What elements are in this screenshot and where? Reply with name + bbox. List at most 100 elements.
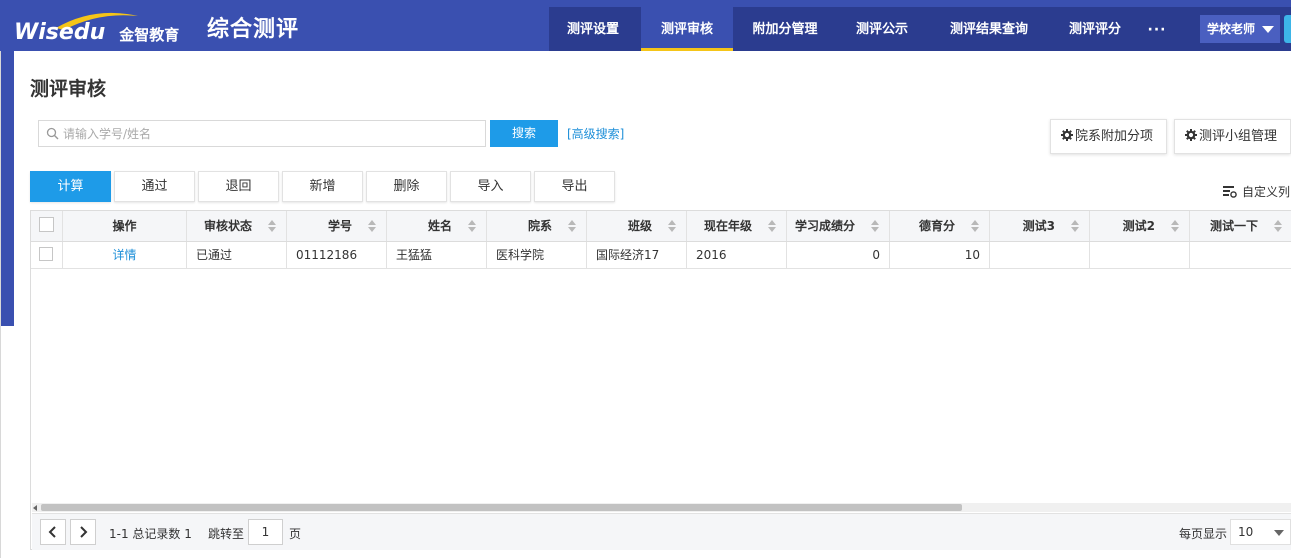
horizontal-scrollbar[interactable]	[32, 503, 1291, 512]
logo-cn-text: 金智教育	[119, 26, 180, 44]
column-header-label: 德育分	[918, 219, 955, 233]
app-root: Wisedu 金智教育 综合测评 测评设置 测评审核 附加分管理 测评公示 测评…	[0, 0, 1291, 558]
cell-class: 国际经济17	[587, 242, 687, 268]
column-header-label: 现在年级	[703, 219, 752, 233]
app-title: 综合测评	[207, 17, 300, 42]
per-page-label: 每页显示	[1179, 527, 1228, 541]
column-header-status[interactable]: 审核状态	[187, 211, 287, 241]
row-checkbox[interactable]	[39, 247, 53, 261]
column-header-label: 学习成绩分	[794, 219, 855, 233]
scrollbar-thumb[interactable]	[41, 504, 962, 511]
group-manage-button[interactable]: 测评小组管理	[1174, 119, 1291, 154]
page-unit-label: 页	[289, 527, 302, 541]
cell-student-id: 01112186	[287, 242, 387, 268]
sort-icon[interactable]	[468, 220, 477, 233]
cell-test3	[990, 242, 1090, 268]
chevron-right-icon	[80, 526, 88, 538]
group-manage-label: 测评小组管理	[1199, 129, 1278, 144]
nav-more-icon[interactable]: ···	[1145, 7, 1169, 51]
cell-test2	[1090, 242, 1190, 268]
sort-icon[interactable]	[1171, 220, 1180, 233]
column-header-dept[interactable]: 院系	[487, 211, 587, 241]
cell-study-score: 0	[787, 242, 890, 268]
cell-name: 王猛猛	[387, 242, 487, 268]
custom-columns-button[interactable]: 自定义列	[1223, 183, 1290, 200]
column-header-test-yixia[interactable]: 测试一下	[1190, 211, 1291, 241]
nav-item-result-query[interactable]: 测评结果查询	[931, 7, 1047, 51]
import-button[interactable]: 导入	[450, 171, 531, 202]
page-border	[0, 0, 1, 558]
column-header-class[interactable]: 班级	[587, 211, 687, 241]
main-nav: 测评设置 测评审核 附加分管理 测评公示 测评结果查询 测评评分 ··· 学校老…	[549, 7, 1291, 51]
record-summary: 1-1 总记录数 1	[109, 527, 192, 541]
top-header: Wisedu 金智教育 综合测评 测评设置 测评审核 附加分管理 测评公示 测评…	[0, 0, 1291, 51]
per-page-value: 10	[1238, 525, 1254, 539]
delete-button[interactable]: 删除	[366, 171, 447, 202]
jump-to-label: 跳转至	[208, 527, 245, 541]
export-button[interactable]: 导出	[534, 171, 615, 202]
sort-icon[interactable]	[971, 220, 980, 233]
select-all-cell	[31, 211, 63, 241]
brand-logo[interactable]: Wisedu 金智教育	[14, 8, 179, 48]
row-select-cell	[31, 242, 63, 268]
column-header-label: 操作	[112, 219, 137, 233]
sort-icon[interactable]	[568, 220, 577, 233]
grid-header: 操作 审核状态 学号 姓名 院系 班级 现在年级 学习成绩分 德育分 测试3 测…	[31, 211, 1291, 242]
sort-icon[interactable]	[368, 220, 377, 233]
column-header-label: 测试一下	[1209, 219, 1258, 233]
column-header-action: 操作	[63, 211, 187, 241]
column-header-label: 测试3	[1022, 219, 1055, 233]
add-button[interactable]: 新增	[282, 171, 363, 202]
column-header-student-id[interactable]: 学号	[287, 211, 387, 241]
column-header-test3[interactable]: 测试3	[990, 211, 1090, 241]
search-button[interactable]: 搜索	[490, 120, 558, 147]
column-header-test2[interactable]: 测试2	[1090, 211, 1190, 241]
column-header-study-score[interactable]: 学习成绩分	[787, 211, 890, 241]
column-header-name[interactable]: 姓名	[387, 211, 487, 241]
column-header-label: 测试2	[1122, 219, 1155, 233]
nav-item-eval-review[interactable]: 测评审核	[641, 7, 733, 51]
nav-item-bonus-manage[interactable]: 附加分管理	[737, 7, 833, 51]
search-input[interactable]	[63, 121, 478, 146]
nav-item-eval-settings[interactable]: 测评设置	[549, 7, 637, 51]
cell-status: 已通过	[187, 242, 287, 268]
column-header-grade[interactable]: 现在年级	[687, 211, 787, 241]
cell-grade: 2016	[687, 242, 787, 268]
next-page-button[interactable]	[70, 519, 96, 545]
search-box	[38, 120, 486, 147]
caret-down-icon	[1262, 26, 1274, 33]
page-number-input[interactable]: 1	[248, 519, 283, 545]
dept-bonus-label: 院系附加分项	[1075, 129, 1154, 144]
cell-moral-score: 10	[890, 242, 990, 268]
sort-icon[interactable]	[1274, 220, 1283, 233]
prev-page-button[interactable]	[40, 519, 66, 545]
column-header-label: 姓名	[427, 219, 452, 233]
per-page-select[interactable]: 10	[1230, 519, 1291, 545]
gear-icon	[1061, 129, 1073, 141]
return-button[interactable]: 退回	[198, 171, 279, 202]
avatar[interactable]	[1284, 15, 1291, 43]
approve-button[interactable]: 通过	[114, 171, 195, 202]
page-title: 测评审核	[30, 78, 107, 100]
nav-item-eval-scoring[interactable]: 测评评分	[1051, 7, 1139, 51]
user-role-dropdown[interactable]: 学校老师	[1200, 15, 1280, 43]
column-header-label: 班级	[627, 219, 652, 233]
search-icon	[46, 127, 59, 140]
column-header-moral-score[interactable]: 德育分	[890, 211, 990, 241]
sort-icon[interactable]	[1071, 220, 1080, 233]
calculate-button[interactable]: 计算	[30, 171, 111, 202]
nav-item-eval-publicity[interactable]: 测评公示	[837, 7, 927, 51]
dept-bonus-button[interactable]: 院系附加分项	[1050, 119, 1167, 154]
sort-icon[interactable]	[268, 220, 277, 233]
column-header-label: 院系	[527, 219, 552, 233]
detail-link[interactable]: 详情	[112, 248, 136, 262]
scroll-left-arrow-icon[interactable]	[33, 505, 37, 511]
gear-icon	[1185, 129, 1197, 141]
advanced-search-link[interactable]: [高级搜索]	[567, 125, 624, 142]
sort-icon[interactable]	[668, 220, 677, 233]
select-all-checkbox[interactable]	[39, 217, 54, 232]
cell-test-yixia	[1190, 242, 1291, 268]
sort-icon[interactable]	[768, 220, 777, 233]
table-row[interactable]: 详情 已通过 01112186 王猛猛 医科学院 国际经济17 2016 0 1…	[31, 242, 1291, 269]
sort-icon[interactable]	[871, 220, 880, 233]
